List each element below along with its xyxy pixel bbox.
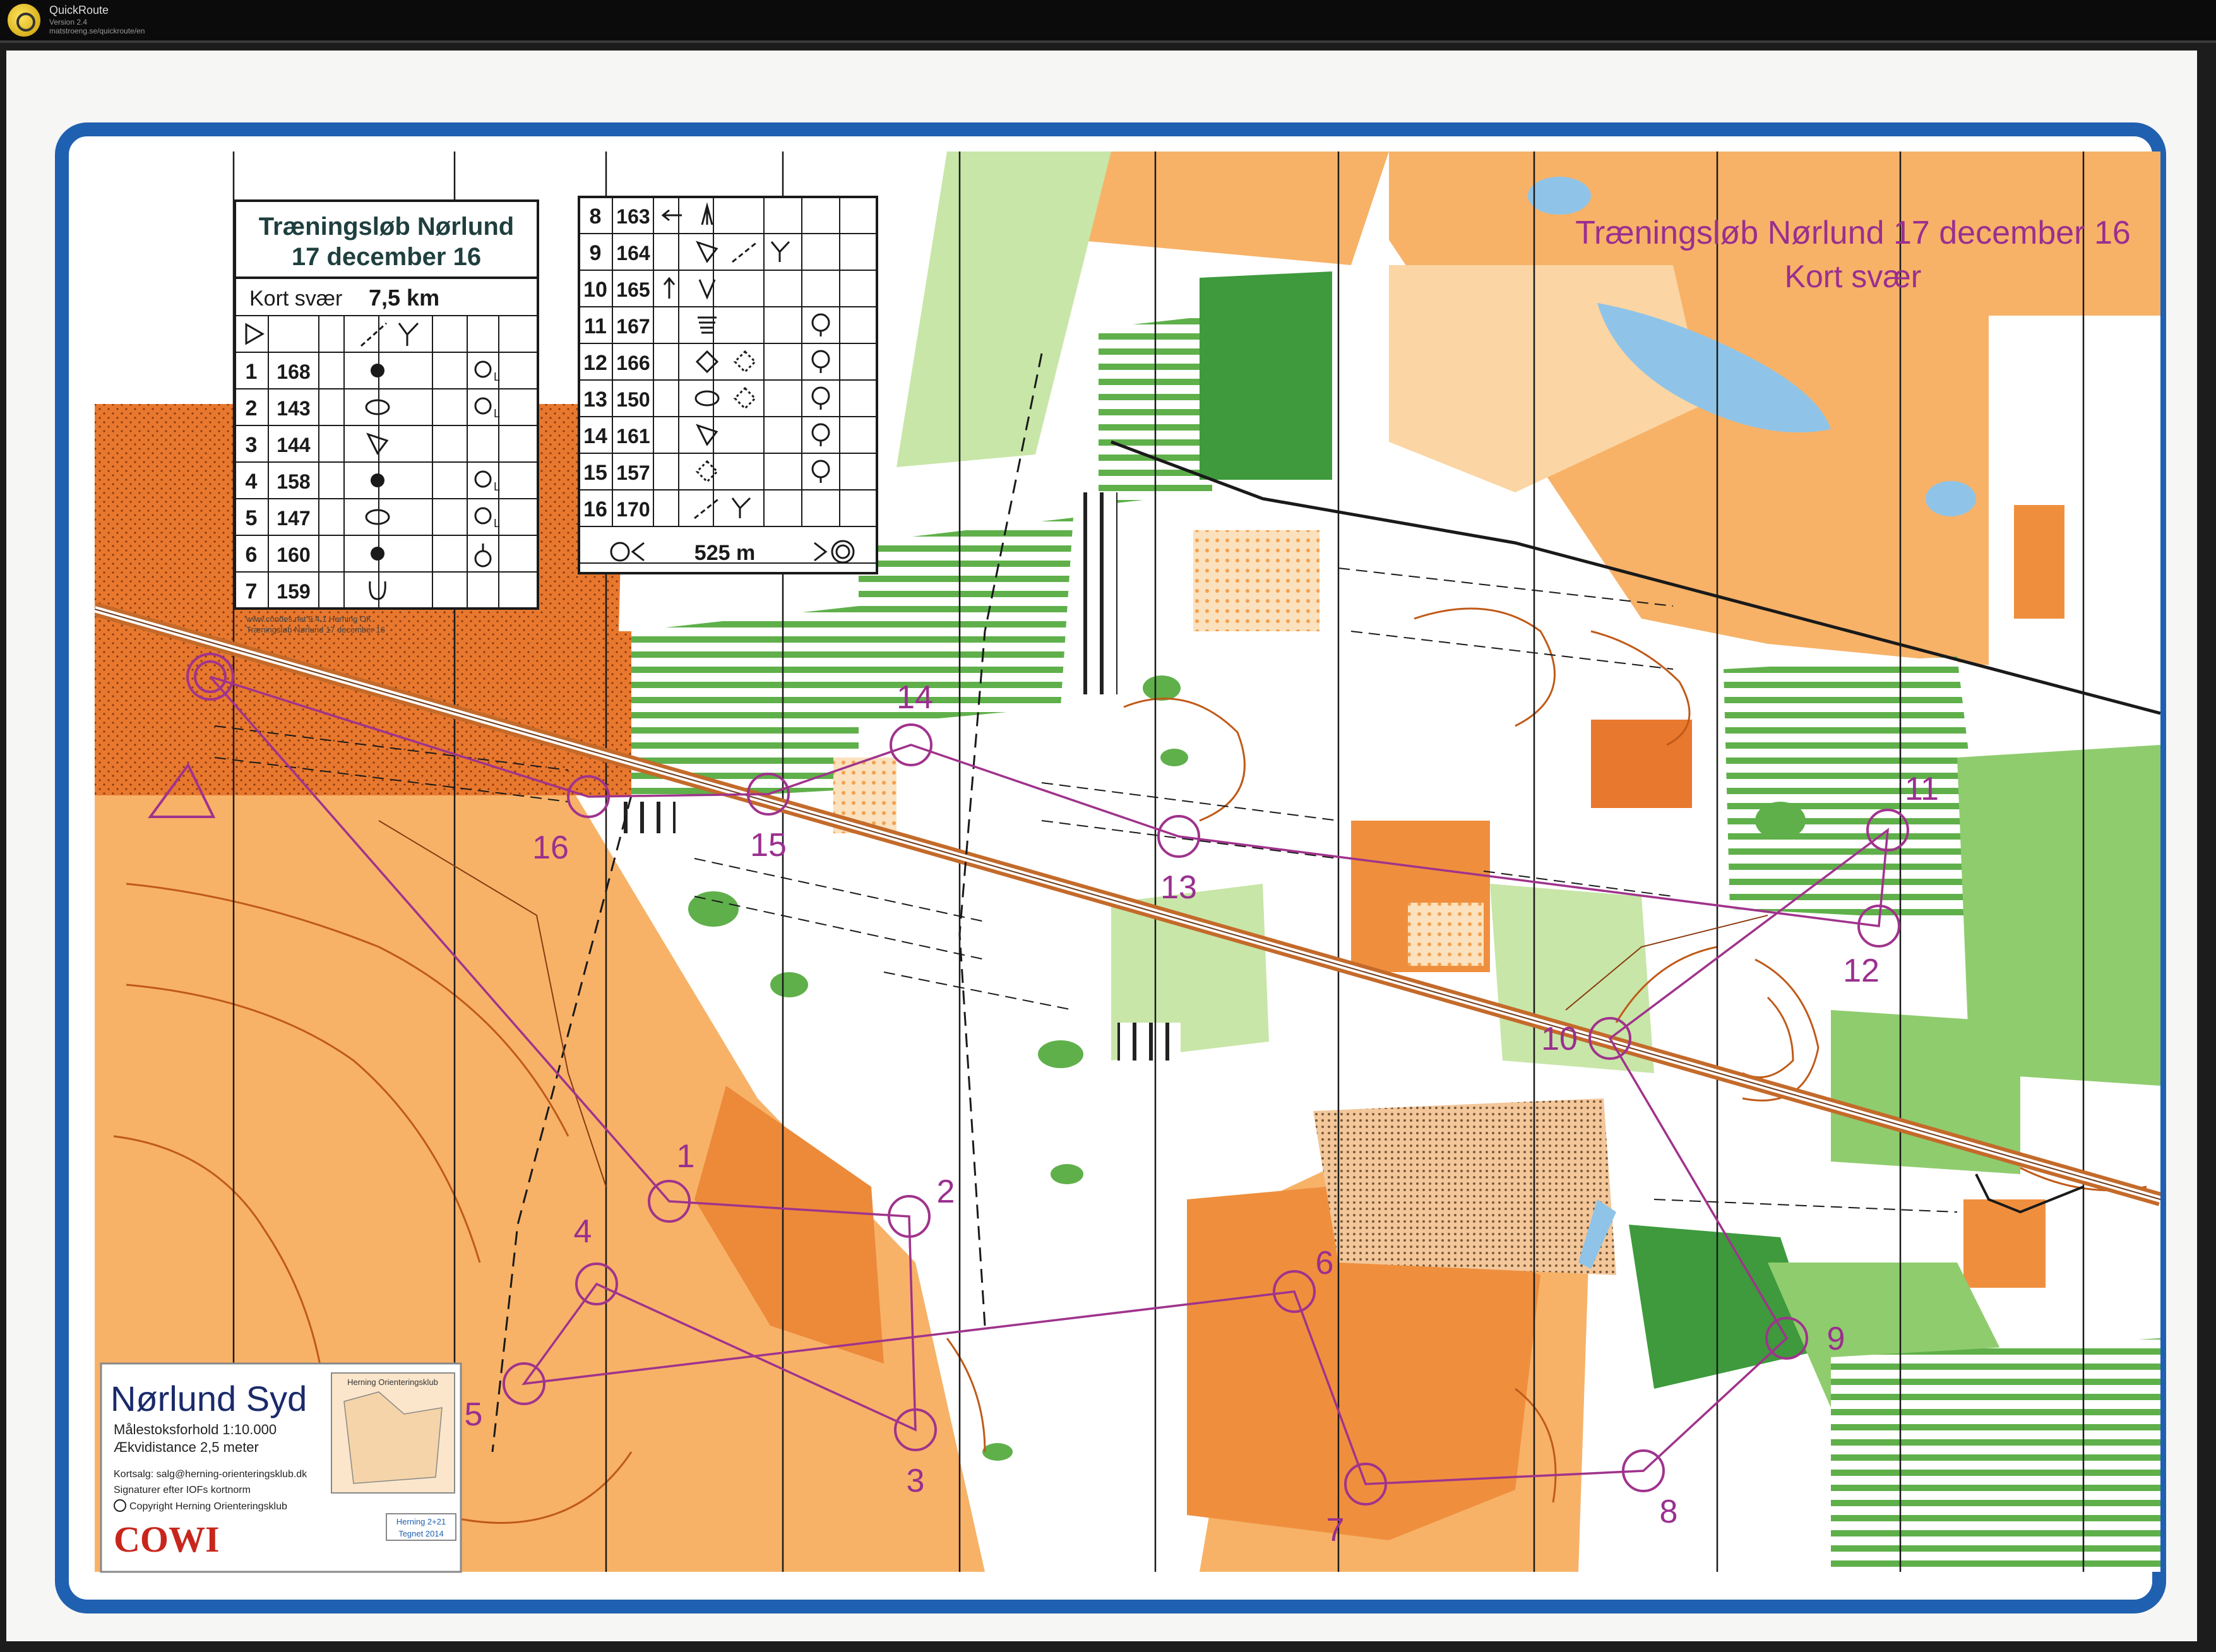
control-number: 1 bbox=[677, 1138, 695, 1175]
map-scale: Målestoksforhold 1:10.000 bbox=[114, 1422, 277, 1437]
orienteering-map[interactable]: 1234567 8910111213141516 Træningsløb Nørl… bbox=[0, 43, 2216, 1652]
control-row-number: 13 bbox=[583, 388, 607, 412]
finish-distance: 525 m bbox=[694, 541, 755, 565]
control-number: 5 bbox=[465, 1396, 483, 1433]
map-contour: Ækvidistance 2,5 meter bbox=[114, 1439, 259, 1455]
control-number: 16 bbox=[532, 829, 569, 866]
control-row-code: 165 bbox=[616, 278, 650, 301]
position-letter: L bbox=[494, 517, 500, 530]
control-row-number: 4 bbox=[246, 470, 258, 494]
control-row-number: 16 bbox=[583, 497, 607, 521]
control-row-number: 12 bbox=[583, 351, 607, 375]
knoll-symbol-icon bbox=[371, 547, 384, 561]
control-number: 11 bbox=[1905, 771, 1939, 807]
position-letter: L bbox=[494, 407, 500, 420]
map-sales: Kortsalg: salg@herning-orienteringsklub.… bbox=[114, 1469, 307, 1480]
control-row-number: 6 bbox=[246, 543, 258, 567]
control-row-code: 159 bbox=[277, 580, 310, 603]
app-version: Version 2.4 bbox=[49, 18, 88, 27]
control-row-code: 157 bbox=[616, 461, 650, 484]
map-name: Nørlund Syd bbox=[110, 1379, 307, 1418]
control-number: 7 bbox=[1326, 1512, 1345, 1548]
control-number: 6 bbox=[1316, 1245, 1334, 1281]
control-number: 10 bbox=[1541, 1021, 1578, 1057]
map-legend-box: Nørlund Syd Målestoksforhold 1:10.000 Æk… bbox=[100, 1362, 462, 1573]
app-url: matstroeng.se/quickroute/en bbox=[49, 27, 145, 35]
control-row-code: 170 bbox=[616, 498, 650, 521]
club-name: Herning Orienteringsklub bbox=[347, 1377, 438, 1387]
map-copyright: Copyright Herning Orienteringsklub bbox=[129, 1501, 287, 1512]
course-length: 7,5 km bbox=[369, 285, 439, 311]
control-row-code: 143 bbox=[277, 397, 310, 420]
control-number: 2 bbox=[937, 1174, 955, 1210]
control-description-table-right: 8 163 9 164 10 165 11 167 12 166 13 150 14 161 15 157 16… bbox=[578, 196, 878, 574]
control-number: 13 bbox=[1160, 869, 1197, 906]
quickroute-logo-icon bbox=[8, 4, 40, 37]
table-title-line2: 17 december 16 bbox=[292, 243, 481, 271]
title-bar: QuickRoute Version 2.4 matstroeng.se/qui… bbox=[0, 0, 2216, 43]
control-description-table-left: Træningsløb Nørlund 17 december 16 Kort … bbox=[234, 199, 539, 634]
course-title-line2: Kort svær bbox=[1785, 259, 1922, 294]
condes-credit: www.condes.net 9.4.1 Herning OK bbox=[246, 614, 372, 624]
course-title-line1: Træningsløb Nørlund 17 december 16 bbox=[1575, 215, 2131, 251]
control-number: 3 bbox=[907, 1463, 925, 1499]
control-row-code: 168 bbox=[277, 360, 310, 383]
control-row-number: 11 bbox=[584, 314, 607, 338]
control-row-code: 158 bbox=[277, 470, 310, 493]
cowi-logo: COWI bbox=[114, 1519, 220, 1560]
control-row-code: 166 bbox=[616, 352, 650, 374]
control-row-code: 161 bbox=[616, 425, 650, 448]
map-signatures: Signaturer efter IOFs kortnorm bbox=[114, 1485, 251, 1495]
control-row-number: 8 bbox=[590, 205, 602, 229]
course-name: Kort svær bbox=[249, 287, 342, 311]
control-number: 9 bbox=[1827, 1321, 1845, 1357]
control-row-code: 167 bbox=[616, 315, 650, 338]
control-row-code: 150 bbox=[616, 388, 650, 411]
control-row-code: 147 bbox=[277, 507, 310, 530]
control-row-number: 15 bbox=[583, 461, 607, 485]
control-number: 8 bbox=[1660, 1494, 1678, 1530]
control-row-number: 1 bbox=[246, 360, 258, 384]
control-number: 14 bbox=[897, 679, 933, 716]
knoll-symbol-icon bbox=[371, 473, 384, 487]
control-number: 4 bbox=[574, 1213, 592, 1250]
control-row-number: 3 bbox=[246, 433, 258, 457]
control-row-code: 160 bbox=[277, 544, 310, 566]
control-row-code: 163 bbox=[616, 205, 650, 228]
control-row-number: 5 bbox=[246, 506, 258, 530]
control-row-number: 7 bbox=[246, 579, 258, 603]
knoll-symbol-icon bbox=[371, 364, 384, 377]
app-title: QuickRoute bbox=[49, 4, 109, 16]
info-box-line1: Herning 2+21 bbox=[396, 1517, 446, 1526]
control-row-number: 9 bbox=[590, 241, 602, 265]
control-row-number: 10 bbox=[583, 278, 607, 302]
table-title-line1: Træningsløb Nørlund bbox=[259, 213, 514, 241]
condes-course: Træningsløb Nørlund 17 december 16 bbox=[246, 625, 385, 634]
control-row-code: 164 bbox=[616, 242, 650, 264]
control-row-number: 14 bbox=[583, 424, 607, 448]
info-box-line2: Tegnet 2014 bbox=[398, 1529, 444, 1538]
position-letter: L bbox=[494, 480, 500, 493]
position-letter: L bbox=[494, 371, 500, 383]
control-number: 15 bbox=[750, 827, 787, 864]
control-number: 12 bbox=[1843, 953, 1879, 989]
control-row-code: 144 bbox=[277, 434, 311, 456]
control-row-number: 2 bbox=[246, 396, 258, 420]
